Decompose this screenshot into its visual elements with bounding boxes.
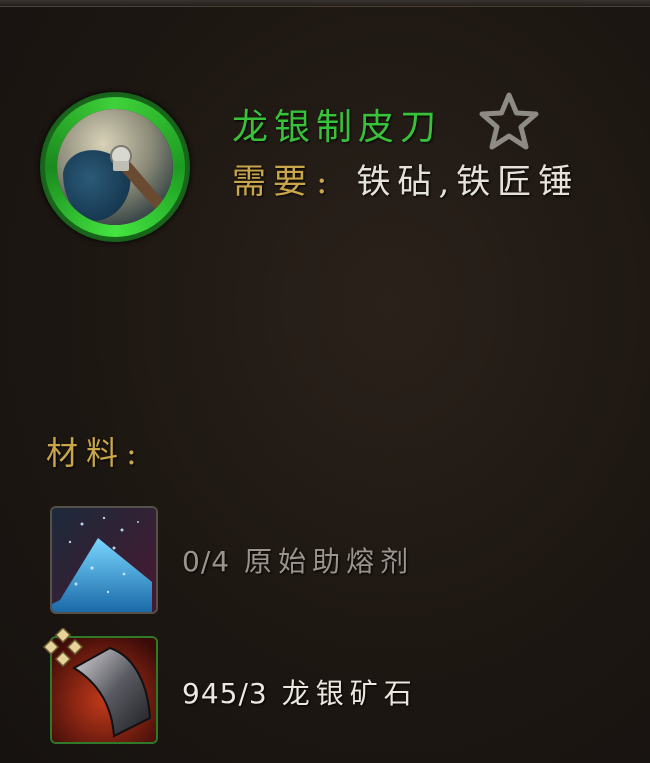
skinning-knife-icon[interactable] <box>40 92 190 242</box>
flux-powder-icon[interactable] <box>50 506 158 614</box>
quality-diamond-icon <box>42 628 84 668</box>
materials-label: 材料: <box>46 434 145 472</box>
knife-art <box>57 109 173 225</box>
requires-colon: : <box>316 162 335 202</box>
panel-top-border <box>0 0 650 7</box>
recipe-title: 龙银制皮刀 <box>232 107 443 148</box>
requirements-row: 需要: 铁砧,铁匠锤 <box>232 154 579 203</box>
star-outline-icon[interactable] <box>478 92 540 150</box>
material-count: 0/4 <box>182 545 231 578</box>
requires-label: 需要 <box>232 162 314 202</box>
material-row-2: 945/3 龙银矿石 <box>182 672 418 712</box>
recipe-icon-art <box>57 109 173 225</box>
requires-value: 铁砧,铁匠锤 <box>356 162 580 202</box>
material-name: 龙银矿石 <box>281 677 418 710</box>
recipe-detail-panel: 龙银制皮刀 需要: 铁砧,铁匠锤 材料: 0/4 原始助熔剂 945/3 龙银矿… <box>0 0 650 763</box>
material-row-1: 0/4 原始助熔剂 <box>182 540 414 580</box>
flux-powder-art <box>52 508 156 612</box>
material-name: 原始助熔剂 <box>244 545 415 578</box>
material-count: 945/3 <box>182 677 268 710</box>
